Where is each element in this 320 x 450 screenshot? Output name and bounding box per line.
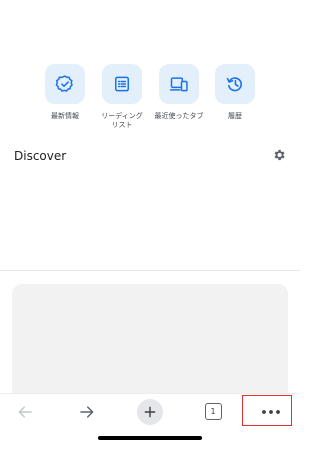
shortcut-tile <box>45 64 85 104</box>
history-icon <box>226 77 242 92</box>
shortcut-tile <box>215 64 255 104</box>
shortcut-recent-tabs[interactable]: 最近使ったタブ <box>149 64 209 121</box>
discover-title: Discover <box>14 149 67 163</box>
section-divider <box>0 270 300 271</box>
shortcut-label: 最新情報 <box>51 112 79 120</box>
discover-settings-button[interactable] <box>272 147 286 166</box>
shortcuts-row: 最新情報 リーディング リスト 最近使ったタブ 履歴 <box>0 64 300 134</box>
tab-switcher-button[interactable]: 1 <box>188 394 238 429</box>
tab-count-badge: 1 <box>204 403 222 420</box>
back-button[interactable] <box>0 394 50 429</box>
discover-header: Discover <box>14 146 286 166</box>
plus-icon <box>144 406 156 417</box>
shortcut-reading-list[interactable]: リーディング リスト <box>92 64 152 130</box>
check-badge-icon <box>55 75 73 92</box>
shortcut-whats-new[interactable]: 最新情報 <box>35 64 95 121</box>
discover-card-placeholder[interactable] <box>12 284 288 404</box>
menu-button-highlight <box>242 395 292 426</box>
back-arrow-icon <box>18 405 32 418</box>
shortcut-history[interactable]: 履歴 <box>205 64 265 121</box>
shortcut-tile <box>102 64 142 104</box>
shortcut-label: リーディング リスト <box>101 112 143 129</box>
forward-button[interactable] <box>62 394 112 429</box>
gear-icon <box>274 149 285 160</box>
browser-new-tab-page: 最新情報 リーディング リスト 最近使ったタブ 履歴 Discover 1 <box>0 0 300 450</box>
home-indicator[interactable] <box>98 436 202 440</box>
shortcut-tile <box>159 64 199 104</box>
shortcut-label: 最近使ったタブ <box>154 112 204 120</box>
forward-arrow-icon <box>80 405 94 418</box>
new-tab-button[interactable] <box>125 394 175 429</box>
new-tab-circle <box>137 398 163 425</box>
reading-list-icon <box>115 76 129 92</box>
shortcut-label: 履歴 <box>228 112 242 120</box>
devices-icon <box>169 77 188 92</box>
